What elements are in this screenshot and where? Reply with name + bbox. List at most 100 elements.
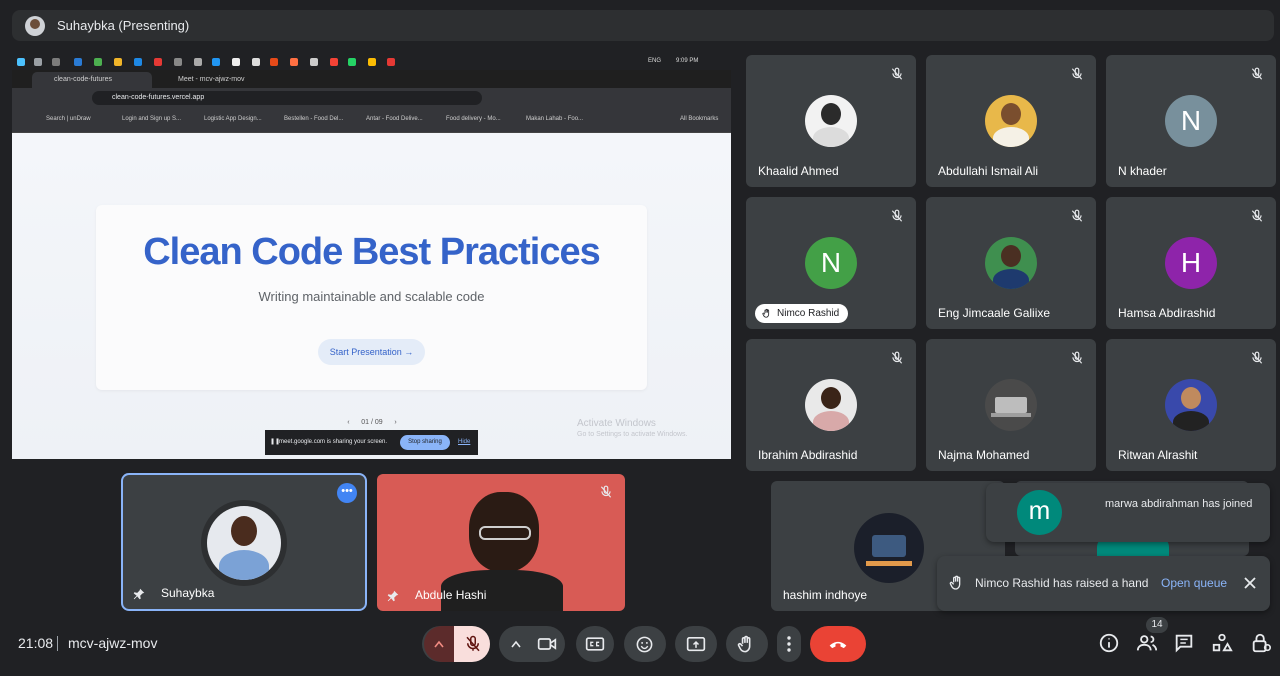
participant-name: Khaalid Ahmed: [758, 164, 839, 178]
taskview-icon: [52, 58, 60, 66]
browser-tab-active: clean-code-futures: [32, 72, 152, 88]
mic-off-icon: [1251, 67, 1263, 80]
participant-name: N khader: [1118, 164, 1167, 178]
host-controls-icon[interactable]: [1250, 632, 1272, 654]
chrome-icon: [368, 58, 376, 66]
hero-card: Clean Code Best Practices Writing mainta…: [96, 205, 647, 390]
reactions-button[interactable]: [624, 626, 666, 662]
shared-screen: ENG 9:09 PM clean-code-futures Meet - mc…: [12, 54, 731, 459]
mic-off-icon: [1251, 351, 1263, 364]
raised-hand-notification: Nimco Rashid has raised a hand Open queu…: [937, 556, 1270, 611]
bookmark: Antar - Food Delive...: [366, 116, 423, 122]
participant-tile[interactable]: Ibrahim Abdirashid: [746, 339, 916, 471]
mic-options-button[interactable]: [424, 626, 454, 662]
participant-name: Abdullahi Ismail Ali: [938, 164, 1039, 178]
video-tile[interactable]: Abdule Hashi: [377, 474, 625, 611]
bookmark: Logistic App Design...: [204, 116, 262, 122]
participant-photo: [985, 379, 1037, 431]
app-icon: [387, 58, 395, 66]
pin-icon[interactable]: [386, 589, 400, 603]
app-icon: [194, 58, 202, 66]
mic-toggle-button[interactable]: [454, 626, 490, 662]
browser-tab-label: Meet - mcv-ajwz-mov: [178, 76, 245, 83]
participant-tile[interactable]: Abdullahi Ismail Ali: [926, 55, 1096, 187]
mic-off-icon: [1071, 67, 1083, 80]
more-options-icon[interactable]: •••: [337, 483, 357, 503]
present-button[interactable]: [675, 626, 717, 662]
hand-icon: [737, 635, 751, 653]
app-icon: [174, 58, 182, 66]
mic-off-icon: [891, 67, 903, 80]
participant-tile[interactable]: Najma Mohamed: [926, 339, 1096, 471]
web-page: Clean Code Best Practices Writing mainta…: [12, 133, 731, 459]
app-icon: [252, 58, 260, 66]
more-options-button[interactable]: [777, 626, 801, 662]
search-icon: [34, 58, 42, 66]
participant-photo: [805, 379, 857, 431]
whatsapp-icon: [348, 58, 356, 66]
open-queue-link[interactable]: Open queue: [1161, 576, 1227, 590]
hide-link: Hide: [458, 439, 471, 445]
bookmark: Food delivery - Mo...: [446, 116, 501, 122]
pin-icon[interactable]: [132, 587, 146, 601]
participant-photo: [1165, 379, 1217, 431]
folder-icon: [114, 58, 122, 66]
mic-off-icon: [891, 351, 903, 364]
captions-button[interactable]: [576, 626, 614, 662]
hand-icon: [762, 308, 770, 318]
meeting-time: 21:08: [18, 635, 54, 651]
presenter-avatar: [25, 15, 45, 36]
close-icon[interactable]: [1244, 577, 1256, 589]
bookmark: Bestellen - Food Del...: [284, 116, 344, 122]
emoji-icon: [636, 636, 653, 653]
stop-sharing-button: Stop sharing: [400, 435, 450, 450]
taskbar-lang: ENG: [648, 58, 662, 64]
raise-hand-button[interactable]: [726, 626, 768, 662]
sharing-text: meet.google.com is sharing your screen.: [279, 439, 388, 445]
participant-avatar: N: [805, 237, 857, 289]
mic-off-icon: [1251, 209, 1263, 222]
mic-off-icon: [1071, 351, 1083, 364]
participant-name: hashim indhoye: [783, 588, 868, 602]
participant-photo: [985, 95, 1037, 147]
participant-tile[interactable]: Ritwan Alrashit: [1106, 339, 1276, 471]
pager-text: 01 / 09: [361, 419, 383, 426]
participant-name: Suhaybka: [161, 586, 215, 600]
edge-icon: [134, 58, 142, 66]
participant-tile[interactable]: N N khader: [1106, 55, 1276, 187]
self-tile[interactable]: ••• Suhaybka: [121, 473, 367, 611]
app-icon: [232, 58, 240, 66]
mic-off-icon: [1071, 209, 1083, 222]
address-bar: clean-code-futures.vercel.app: [92, 91, 482, 105]
people-icon[interactable]: [1136, 632, 1158, 654]
participant-tile[interactable]: Khaalid Ahmed: [746, 55, 916, 187]
camera-toggle-button[interactable]: [529, 626, 565, 662]
participant-name: Abdule Hashi: [415, 588, 487, 602]
chevron-up-icon: [434, 640, 444, 648]
participant-tile[interactable]: H Hamsa Abdirashid: [1106, 197, 1276, 329]
participant-tile[interactable]: Eng Jimcaale Galiixe: [926, 197, 1096, 329]
taskbar-time: 9:09 PM: [676, 58, 699, 64]
mic-off-icon: [600, 485, 612, 498]
participant-tile[interactable]: N Nimco Rashid: [746, 197, 916, 329]
camera-options-button[interactable]: [501, 626, 529, 662]
hand-icon: [949, 575, 961, 590]
app-icon: [270, 58, 278, 66]
browser-tab: Meet - mcv-ajwz-mov: [156, 72, 256, 88]
meeting-code: mcv-ajwz-mov: [68, 635, 158, 651]
chat-icon[interactable]: [1173, 632, 1195, 654]
mic-off-icon: [466, 635, 480, 652]
leave-call-button[interactable]: [810, 626, 866, 662]
activate-windows-sub: Go to Settings to activate Windows.: [577, 431, 688, 438]
info-icon[interactable]: [1098, 632, 1120, 654]
browser-toolbar: clean-code-futures.vercel.app: [12, 88, 731, 108]
activities-icon[interactable]: [1211, 632, 1233, 654]
app-icon: [94, 58, 102, 66]
start-presentation-button: Start Presentation →: [318, 339, 425, 365]
raised-hand-pill: Nimco Rashid: [755, 304, 849, 323]
browser-tabs: clean-code-futures Meet - mcv-ajwz-mov: [12, 70, 731, 88]
participant-name: Ibrahim Abdirashid: [758, 448, 858, 462]
presenter-bar: Suhaybka (Presenting): [12, 10, 1274, 41]
chevron-left-icon: ‹: [347, 419, 350, 426]
participant-name: Hamsa Abdirashid: [1118, 306, 1216, 320]
